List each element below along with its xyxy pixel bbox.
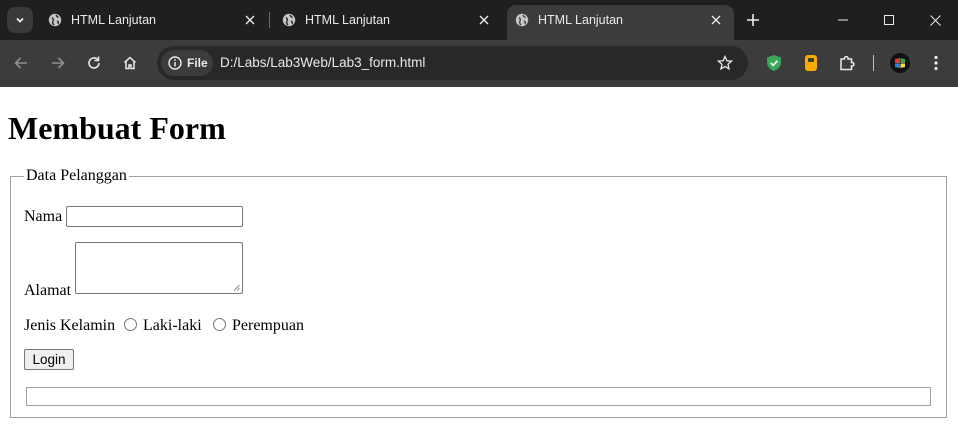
nama-input[interactable] bbox=[66, 206, 243, 227]
chip-label: File bbox=[187, 56, 208, 70]
globe-icon bbox=[515, 13, 529, 27]
tab-title: HTML Lanjutan bbox=[71, 13, 156, 27]
tab-title: HTML Lanjutan bbox=[538, 13, 623, 27]
empty-nested-box bbox=[26, 387, 931, 406]
extensions-button[interactable] bbox=[837, 53, 857, 73]
avatar bbox=[890, 53, 910, 73]
globe-icon bbox=[282, 13, 296, 27]
chevron-down-icon bbox=[16, 17, 24, 23]
tab-2[interactable]: HTML Lanjutan bbox=[274, 0, 502, 40]
info-icon bbox=[168, 56, 182, 70]
arrow-left-icon bbox=[14, 57, 27, 69]
page-content: Membuat Form Data Pelanggan Nama Alamat … bbox=[0, 87, 958, 434]
globe-icon bbox=[48, 13, 62, 27]
tab-title: HTML Lanjutan bbox=[305, 13, 390, 27]
radio-label-laki-laki: Laki-laki bbox=[143, 317, 202, 334]
reload-button[interactable] bbox=[84, 53, 104, 73]
alamat-textarea[interactable] bbox=[75, 242, 243, 294]
arrow-right-icon bbox=[52, 57, 65, 69]
fieldset-legend: Data Pelanggan bbox=[24, 167, 129, 185]
radio-laki-laki[interactable] bbox=[124, 318, 137, 331]
minimize-button[interactable] bbox=[820, 0, 866, 40]
close-icon[interactable] bbox=[242, 12, 258, 28]
close-icon[interactable] bbox=[476, 12, 492, 28]
home-icon bbox=[123, 56, 137, 70]
toolbar-divider bbox=[873, 55, 874, 71]
more-vertical-icon bbox=[934, 55, 938, 71]
url-text[interactable]: D:/Labs/Lab3Web/Lab3_form.html bbox=[220, 55, 425, 70]
puzzle-icon bbox=[840, 55, 855, 71]
resize-grip-icon[interactable] bbox=[233, 284, 240, 291]
tab-strip: HTML Lanjutan HTML Lanjutan HTML Lanjuta… bbox=[0, 0, 958, 40]
shield-icon bbox=[767, 55, 781, 71]
gender-label: Jenis Kelamin bbox=[24, 317, 116, 334]
tab-1[interactable]: HTML Lanjutan bbox=[40, 0, 268, 40]
login-button[interactable]: Login bbox=[24, 349, 74, 370]
close-icon bbox=[929, 14, 941, 26]
bookmark-star-button[interactable] bbox=[716, 54, 734, 72]
maximize-icon bbox=[884, 15, 894, 25]
extension-yellow-button[interactable] bbox=[801, 53, 821, 73]
extension-shield-button[interactable] bbox=[764, 53, 784, 73]
tab-separator bbox=[269, 12, 270, 28]
bookmark-extension-icon bbox=[805, 55, 817, 71]
forward-button[interactable] bbox=[48, 53, 68, 73]
home-button[interactable] bbox=[120, 53, 140, 73]
new-tab-button[interactable] bbox=[744, 11, 762, 29]
page-title: Membuat Form bbox=[8, 110, 226, 146]
alamat-label: Alamat bbox=[24, 282, 72, 299]
browser-menu-button[interactable] bbox=[926, 53, 946, 73]
customer-fieldset: Data Pelanggan Nama Alamat Jenis Kelamin… bbox=[10, 167, 947, 418]
browser-toolbar: File D:/Labs/Lab3Web/Lab3_form.html bbox=[0, 40, 958, 87]
radio-label-perempuan: Perempuan bbox=[232, 317, 304, 334]
back-button[interactable] bbox=[11, 53, 31, 73]
site-info-chip[interactable]: File bbox=[161, 50, 213, 76]
star-icon bbox=[717, 55, 733, 71]
tab-search-button[interactable] bbox=[7, 7, 33, 33]
nama-label: Nama bbox=[24, 208, 63, 225]
maximize-button[interactable] bbox=[866, 0, 912, 40]
profile-avatar-button[interactable] bbox=[890, 53, 910, 73]
close-window-button[interactable] bbox=[912, 0, 958, 40]
reload-icon bbox=[88, 56, 100, 69]
tab-3-active[interactable]: HTML Lanjutan bbox=[507, 5, 734, 40]
radio-perempuan[interactable] bbox=[213, 318, 226, 331]
plus-icon bbox=[747, 14, 759, 26]
address-bar[interactable]: File D:/Labs/Lab3Web/Lab3_form.html bbox=[157, 46, 748, 80]
minimize-icon bbox=[838, 19, 848, 21]
close-icon[interactable] bbox=[708, 12, 724, 28]
